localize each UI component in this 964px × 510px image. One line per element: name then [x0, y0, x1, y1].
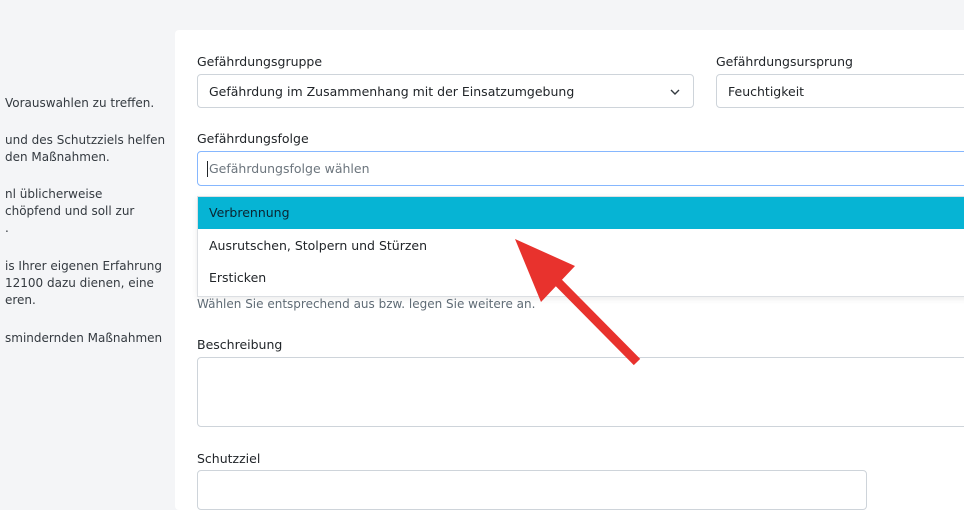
origin-label: Gefährdungsursprung [716, 54, 853, 69]
option-verbrennung[interactable]: Verbrennung [198, 197, 964, 229]
sidebar-line: und des Schutzziels helfen [5, 133, 166, 147]
goal-label: Schutzziel [197, 451, 261, 466]
origin-select-value: Feuchtigkeit [728, 84, 805, 99]
text-caret [207, 161, 208, 177]
consequence-placeholder: Gefährdungsfolge wählen [209, 161, 370, 176]
sidebar-description: Vorauswahlen zu treffen. und des Schutzz… [0, 0, 175, 498]
consequence-label: Gefährdungsfolge [197, 131, 309, 146]
chevron-down-icon [670, 89, 680, 95]
sidebar-line: 12100 dazu dienen, eine [5, 276, 154, 290]
sidebar-line: Vorauswahlen zu treffen. [5, 96, 155, 110]
goal-textarea[interactable] [197, 470, 867, 510]
description-label: Beschreibung [197, 337, 283, 352]
consequence-input[interactable]: Gefährdungsfolge wählen [197, 151, 964, 186]
sidebar-line: den Maßnahmen. [5, 150, 110, 164]
group-select-value: Gefährdung im Zusammenhang mit der Einsa… [209, 84, 575, 99]
sidebar-line: chöpfend und soll zur [5, 204, 135, 218]
consequence-help-text: Wählen Sie entsprechend aus bzw. legen S… [197, 297, 536, 311]
origin-select[interactable]: Feuchtigkeit [716, 74, 964, 108]
sidebar-line: smindernden Maßnahmen [5, 331, 163, 345]
sidebar-line: nl üblicherweise [5, 187, 103, 201]
group-select[interactable]: Gefährdung im Zusammenhang mit der Einsa… [197, 74, 694, 108]
group-label: Gefährdungsgruppe [197, 54, 323, 69]
arrow-icon [515, 239, 641, 366]
sidebar-line: eren. [5, 293, 36, 307]
sidebar-line: . [5, 221, 9, 235]
sidebar-line: is Ihrer eigenen Erfahrung [5, 259, 162, 273]
